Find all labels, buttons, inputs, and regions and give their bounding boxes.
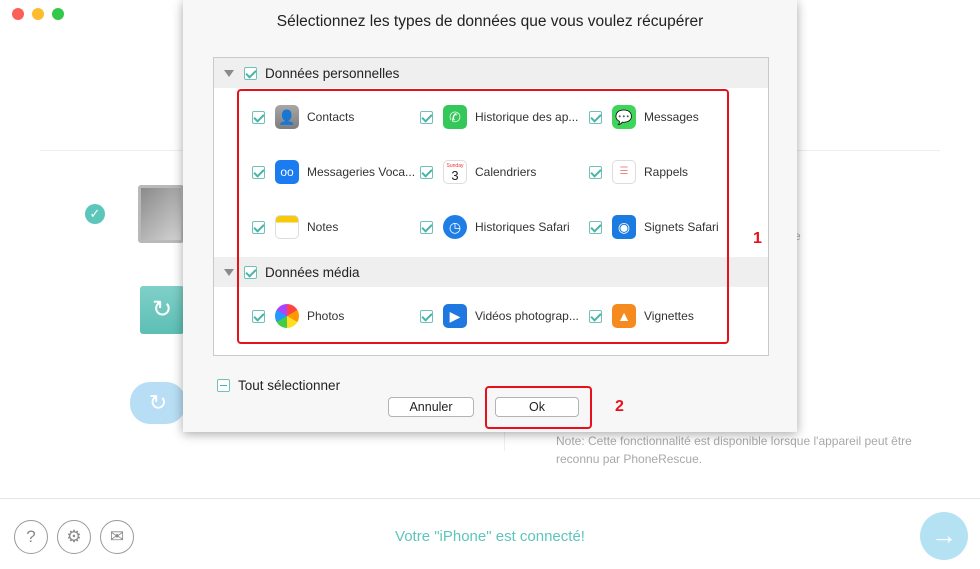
window-controls	[12, 8, 64, 20]
disclosure-triangle-icon[interactable]	[224, 69, 234, 77]
feature-note: Note: Cette fonctionnalité est disponibl…	[556, 434, 912, 466]
data-type-dialog: Sélectionnez les types de données que vo…	[183, 0, 797, 432]
icloud-icon[interactable]: ↻	[130, 382, 186, 424]
backup-folder-icon[interactable]: ↻	[140, 286, 184, 334]
section-header-personal[interactable]: Données personnelles	[214, 58, 768, 88]
annotation-number-2: 2	[615, 398, 624, 415]
cancel-button[interactable]: Annuler	[388, 397, 474, 417]
zoom-window-button[interactable]	[52, 8, 64, 20]
minimize-window-button[interactable]	[32, 8, 44, 20]
selected-check-icon: ✓	[85, 204, 105, 224]
select-all-checkbox[interactable]	[217, 379, 230, 392]
next-button[interactable]: →	[920, 512, 968, 560]
arrow-right-icon: →	[931, 520, 957, 550]
connection-status: Votre "iPhone" est connecté!	[395, 528, 585, 545]
close-window-button[interactable]	[12, 8, 24, 20]
dialog-title: Sélectionnez les types de données que vo…	[276, 13, 704, 30]
section-label: Données personnelles	[265, 65, 400, 81]
annotation-box-2	[485, 386, 592, 429]
disclosure-triangle-icon[interactable]	[224, 268, 234, 276]
select-all[interactable]: Tout sélectionner	[217, 378, 340, 393]
select-all-label: Tout sélectionner	[238, 378, 341, 393]
footer-divider	[0, 498, 980, 499]
annotation-box-1	[237, 89, 729, 344]
device-icon[interactable]	[138, 185, 184, 243]
annotation-number-1: 1	[753, 230, 762, 247]
section-checkbox-personal[interactable]	[244, 66, 257, 80]
